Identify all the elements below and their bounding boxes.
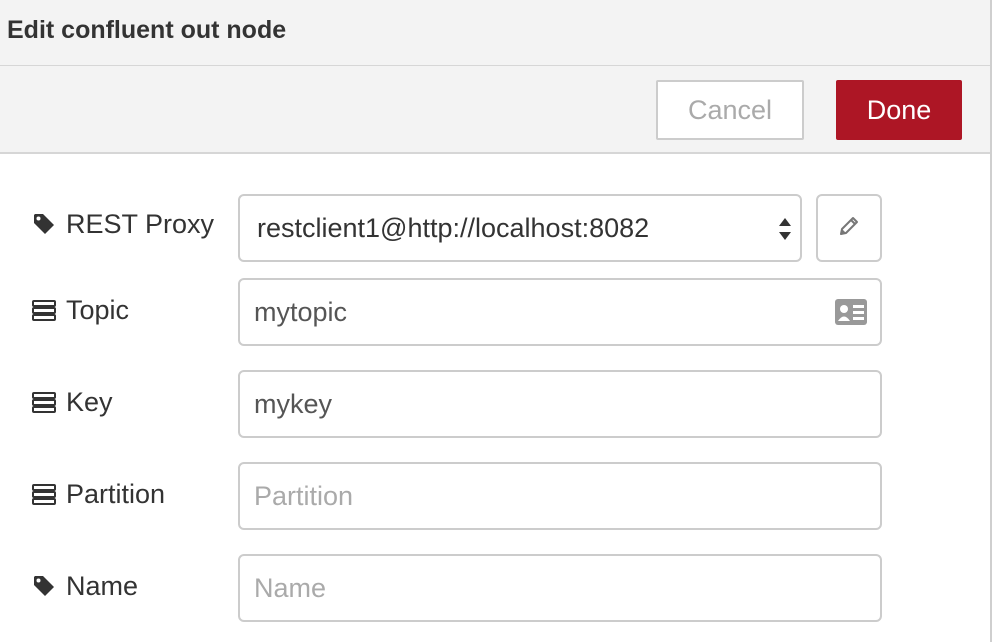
server-icon	[32, 390, 56, 414]
form-row-key: Key mykey	[0, 370, 990, 438]
form-row-topic: Topic mytopic	[0, 278, 990, 346]
partition-input[interactable]: Partition	[238, 462, 882, 530]
rest-proxy-select[interactable]: restclient1@http://localhost:8082	[238, 194, 802, 262]
key-label-wrap: Key	[32, 368, 113, 436]
form-row-name: Name Name	[0, 554, 990, 622]
name-input[interactable]: Name	[238, 554, 882, 622]
edit-rest-proxy-button[interactable]	[816, 194, 882, 262]
server-icon	[32, 298, 56, 322]
name-label: Name	[66, 570, 139, 601]
partition-label-wrap: Partition	[32, 460, 165, 528]
rest-proxy-selected-value: restclient1@http://localhost:8082	[257, 212, 650, 243]
form-row-partition: Partition Partition	[0, 462, 990, 530]
rest-proxy-label-wrap: REST Proxy	[32, 190, 214, 258]
topic-label: Topic	[66, 294, 130, 325]
select-arrows-icon	[779, 218, 791, 240]
key-label: Key	[66, 386, 113, 417]
tag-icon	[32, 212, 56, 236]
edit-node-dialog: Edit confluent out node Cancel Done REST…	[0, 0, 992, 642]
tag-icon	[32, 574, 56, 598]
dialog-title: Edit confluent out node	[7, 16, 287, 44]
partition-label: Partition	[66, 478, 166, 509]
rest-proxy-label: REST Proxy	[66, 208, 215, 239]
dialog-toolbar: Cancel Done	[0, 66, 990, 154]
topic-input[interactable]: mytopic	[238, 278, 882, 346]
topic-label-wrap: Topic	[32, 276, 129, 344]
id-card-icon[interactable]	[834, 298, 868, 326]
server-icon	[32, 482, 56, 506]
key-input[interactable]: mykey	[238, 370, 882, 438]
form-row-rest-proxy: REST Proxy restclient1@http://localhost:…	[0, 194, 990, 262]
done-button[interactable]: Done	[836, 80, 962, 140]
pencil-icon	[837, 214, 861, 243]
cancel-button[interactable]: Cancel	[656, 80, 804, 140]
name-label-wrap: Name	[32, 552, 138, 620]
dialog-titlebar: Edit confluent out node	[0, 0, 990, 66]
